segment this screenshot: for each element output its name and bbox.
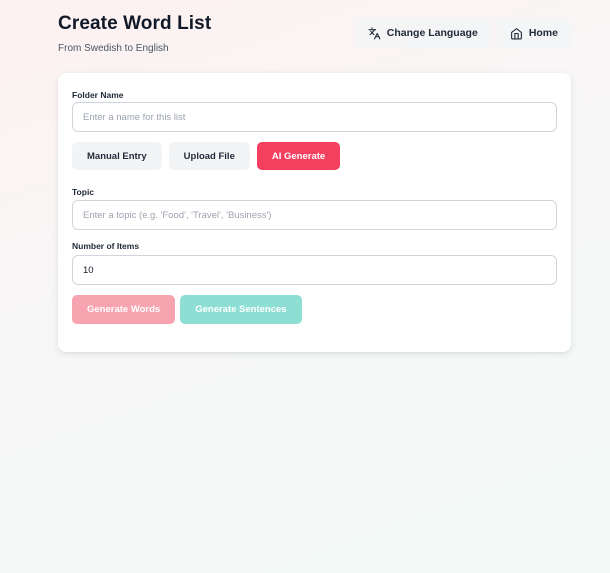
generate-actions: Generate Words Generate Sentences xyxy=(72,295,302,324)
home-icon xyxy=(510,27,522,39)
change-language-button[interactable]: Change Language xyxy=(354,18,491,48)
tab-ai-generate[interactable]: AI Generate xyxy=(256,142,341,170)
tab-manual-entry[interactable]: Manual Entry xyxy=(72,142,162,170)
topic-label: Topic xyxy=(72,187,95,197)
generate-words-button[interactable]: Generate Words xyxy=(72,295,176,324)
word-list-form-card: Folder Name Manual Entry Upload File AI … xyxy=(58,73,571,352)
generate-sentences-button[interactable]: Generate Sentences xyxy=(180,295,302,324)
page-subtitle: From Swedish to English xyxy=(58,43,169,54)
home-button[interactable]: Home xyxy=(496,18,571,48)
page-header: Create Word List From Swedish to English xyxy=(58,12,211,54)
page-title: Create Word List xyxy=(58,13,212,34)
change-language-label: Change Language xyxy=(386,27,478,39)
translate-icon xyxy=(368,27,381,39)
header-actions: Change Language Home xyxy=(354,18,571,48)
topic-input[interactable] xyxy=(72,200,557,230)
number-of-items-label: Number of Items xyxy=(72,241,140,251)
home-label: Home xyxy=(528,27,558,39)
entry-mode-tabs: Manual Entry Upload File AI Generate xyxy=(72,142,341,170)
folder-name-input[interactable] xyxy=(72,102,557,132)
folder-name-label: Folder Name xyxy=(72,90,124,100)
number-of-items-input[interactable] xyxy=(72,255,557,285)
tab-upload-file[interactable]: Upload File xyxy=(168,142,250,170)
